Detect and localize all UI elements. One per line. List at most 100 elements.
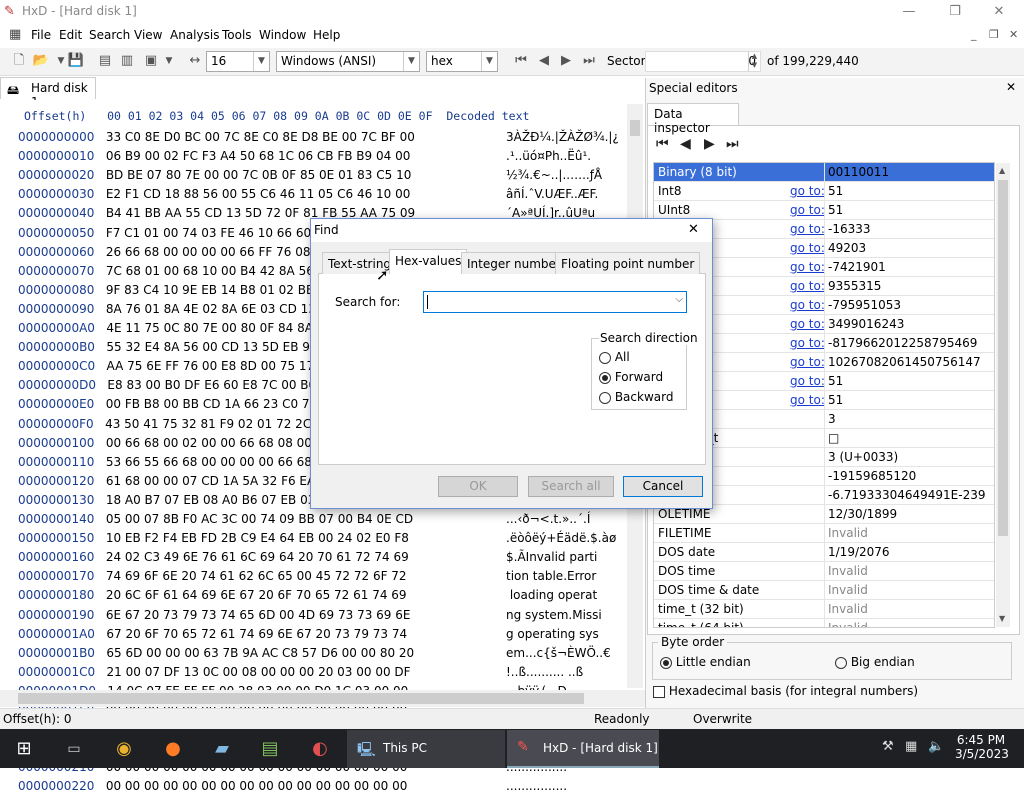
inspector-row[interactable]: Int8 go to: 51 xyxy=(654,182,994,201)
inspector-value[interactable]: 10267082061450756147 xyxy=(828,355,981,369)
last-sector-icon[interactable]: ⏭ xyxy=(580,52,598,70)
new-file-icon[interactable]: 🗋 xyxy=(10,52,28,70)
go-to-link[interactable]: go to: xyxy=(790,374,825,388)
hex-row[interactable]: 0000000170 74 69 6F 6E 20 74 61 62 6C 65… xyxy=(18,569,596,583)
hex-row[interactable]: 00000001B0 65 6D 00 00 00 63 7B 9A AC C8… xyxy=(18,646,611,660)
direction-forward-radio[interactable]: Forward xyxy=(599,370,663,384)
tab-data-inspector[interactable]: Data inspector xyxy=(647,103,739,135)
menu-window[interactable]: Window xyxy=(259,28,306,42)
row-hex-bytes[interactable]: 24 02 C3 49 6E 76 61 6C 69 64 20 70 61 7… xyxy=(106,550,409,564)
first-icon[interactable]: ⏮ xyxy=(656,136,669,152)
mdi-close-icon[interactable]: ✕ xyxy=(1009,28,1018,41)
row-decoded-text[interactable]: ½¾.€~..|..…..ƒÅ xyxy=(506,168,602,182)
terminal-icon[interactable]: ▭ xyxy=(60,735,88,763)
row-hex-bytes[interactable]: BD BE 07 80 7E 00 00 7C 0B 0F 85 0E 01 8… xyxy=(106,168,412,182)
inspector-value[interactable]: 00110011 xyxy=(828,165,889,179)
go-to-link[interactable]: go to: xyxy=(790,222,825,236)
save-icon[interactable]: 💾 xyxy=(67,52,85,70)
row-hex-bytes[interactable]: 21 00 07 DF 13 0C 00 08 00 00 00 20 03 0… xyxy=(107,665,411,679)
inspector-value[interactable]: 3499016243 xyxy=(828,317,904,331)
go-to-link[interactable]: go to: xyxy=(790,355,825,369)
menu-file[interactable]: File xyxy=(31,28,51,42)
row-hex-bytes[interactable]: 20 6C 6F 61 64 69 6E 67 20 6F 70 65 72 6… xyxy=(106,588,407,602)
row-hex-bytes[interactable]: 74 69 6F 6E 20 74 61 62 6C 65 00 45 72 7… xyxy=(106,569,407,583)
close-panel-icon[interactable]: ✕ xyxy=(1006,80,1016,94)
taskbar-this-pc[interactable]: 🖳 This PC xyxy=(347,730,505,768)
menu-search[interactable]: Search xyxy=(89,28,130,42)
inspector-value[interactable]: 51 xyxy=(828,203,843,217)
inspector-value[interactable]: 51 xyxy=(828,374,843,388)
direction-backward-radio[interactable]: Backward xyxy=(599,390,673,404)
big-endian-radio[interactable]: Big endian xyxy=(835,655,915,669)
hex-row[interactable]: 0000000030 E2 F1 CD 18 88 56 00 55 C6 46… xyxy=(18,187,598,201)
direction-all-radio[interactable]: All xyxy=(599,350,630,364)
go-to-link[interactable]: go to: xyxy=(790,336,825,350)
inspector-value[interactable]: 51 xyxy=(828,393,843,407)
minimize-button[interactable]: — xyxy=(886,0,932,24)
save-all-icon[interactable]: ▤ xyxy=(96,52,114,70)
inspector-value[interactable]: 51 xyxy=(828,184,843,198)
inspector-value[interactable]: 1/19/2076 xyxy=(828,545,890,559)
chevron-down-icon[interactable]: ⌵ xyxy=(675,294,683,305)
hex-row[interactable]: 0000000010 06 B9 00 02 FC F3 A4 50 68 1C… xyxy=(18,149,591,163)
next-icon[interactable]: ▶ xyxy=(704,136,715,152)
find-dialog-close-icon[interactable]: ✕ xyxy=(688,222,699,237)
sector-spinner-icon[interactable]: ▲ ▼ xyxy=(748,52,760,71)
next-sector-icon[interactable]: ▶ xyxy=(557,52,575,70)
tab-integer-number[interactable]: Integer number xyxy=(461,252,567,274)
inspector-value[interactable]: Invalid xyxy=(828,621,868,627)
hex-row[interactable]: 0000000000 33 C0 8E D0 BC 00 7C 8E C0 8E… xyxy=(18,130,619,144)
mdi-minimize-icon[interactable]: _ xyxy=(971,28,977,41)
go-to-link[interactable]: go to: xyxy=(790,298,825,312)
inspector-row[interactable]: DOS time Invalid xyxy=(654,562,994,581)
scroll-down-icon[interactable]: ▼ xyxy=(999,614,1005,623)
row-hex-bytes[interactable]: 67 20 6F 70 65 72 61 74 69 6E 67 20 73 7… xyxy=(106,627,407,641)
row-decoded-text[interactable]: 3ÀŽÐ¼.|ŽÀŽØ¾.|¿ xyxy=(506,130,619,144)
inspector-value[interactable]: 9355315 xyxy=(828,279,881,293)
tab-hard-disk-1[interactable]: 🖴 Hard disk 1 xyxy=(0,77,96,109)
hex-row[interactable]: 0000000150 10 EB F2 F4 EB FD 2B C9 E4 64… xyxy=(18,531,616,545)
close-button[interactable]: ✕ xyxy=(976,0,1022,24)
row-decoded-text[interactable]: ng system.Missi xyxy=(506,608,602,622)
row-decoded-text[interactable]: ...‹ð¬<.t.»..´.Í xyxy=(506,512,590,526)
hex-vertical-scroll-thumb[interactable] xyxy=(630,120,640,136)
last-icon[interactable]: ⏭ xyxy=(726,136,739,152)
search-all-button[interactable]: Search all xyxy=(528,476,614,497)
inspector-value[interactable]: □ xyxy=(828,431,839,445)
row-decoded-text[interactable]: tion table.Error xyxy=(506,569,596,583)
hex-row[interactable]: 00000001C0 21 00 07 DF 13 0C 00 08 00 00… xyxy=(18,665,583,679)
row-decoded-text[interactable]: .ëòôëý+Éädë.$.àø xyxy=(506,531,616,545)
cancel-button[interactable]: Cancel xyxy=(623,476,703,497)
previous-sector-icon[interactable]: ◀ xyxy=(535,52,553,70)
offset-base-select[interactable]: hex ▼ xyxy=(426,51,498,72)
properties-dropdown-icon[interactable]: ▼ xyxy=(160,52,178,70)
inspector-row[interactable]: Binary (8 bit) 00110011 xyxy=(654,163,994,182)
row-decoded-text[interactable]: $.ÃInvalid parti xyxy=(506,550,597,564)
row-decoded-text[interactable]: .¹..üó¤Ph..Ëû¹. xyxy=(506,149,591,163)
paint-icon[interactable]: ◐ xyxy=(306,735,334,763)
go-to-link[interactable]: go to: xyxy=(790,393,825,407)
inspector-row[interactable]: DOS date 1/19/2076 xyxy=(654,543,994,562)
inspector-value[interactable]: 12/30/1899 xyxy=(828,507,897,521)
mdi-restore-icon[interactable]: ❐ xyxy=(989,28,999,41)
print-icon[interactable]: ▥ xyxy=(118,52,136,70)
row-decoded-text[interactable]: g operating sys xyxy=(506,627,599,641)
inspector-scroll-thumb[interactable] xyxy=(998,180,1008,536)
menu-view[interactable]: View xyxy=(134,28,162,42)
hex-row[interactable]: 0000000190 6E 67 20 73 79 73 74 65 6D 00… xyxy=(18,608,602,622)
go-to-link[interactable]: go to: xyxy=(790,241,825,255)
inspector-value[interactable]: 3 (U+0033) xyxy=(828,450,898,464)
inspector-value[interactable]: -7421901 xyxy=(828,260,886,274)
scroll-up-icon[interactable]: ▲ xyxy=(999,166,1005,175)
row-hex-bytes[interactable]: 00 00 00 00 00 00 00 00 00 00 00 00 00 0… xyxy=(106,779,408,793)
inspector-value[interactable]: -8179662012258795469 xyxy=(828,336,977,350)
notepad-icon[interactable]: ▰ xyxy=(208,735,236,763)
open-folder-icon[interactable]: 📂 xyxy=(32,52,50,70)
menu-analysis[interactable]: Analysis xyxy=(170,28,219,42)
bytes-per-row-select[interactable]: 16 ▼ xyxy=(206,51,270,72)
row-decoded-text[interactable]: em...c{š¬ÈWÖ..€ xyxy=(506,646,611,660)
inspector-value[interactable]: 3 xyxy=(828,412,836,426)
inspector-value[interactable]: Invalid xyxy=(828,602,868,616)
go-to-link[interactable]: go to: xyxy=(790,279,825,293)
menu-tools[interactable]: Tools xyxy=(222,28,252,42)
